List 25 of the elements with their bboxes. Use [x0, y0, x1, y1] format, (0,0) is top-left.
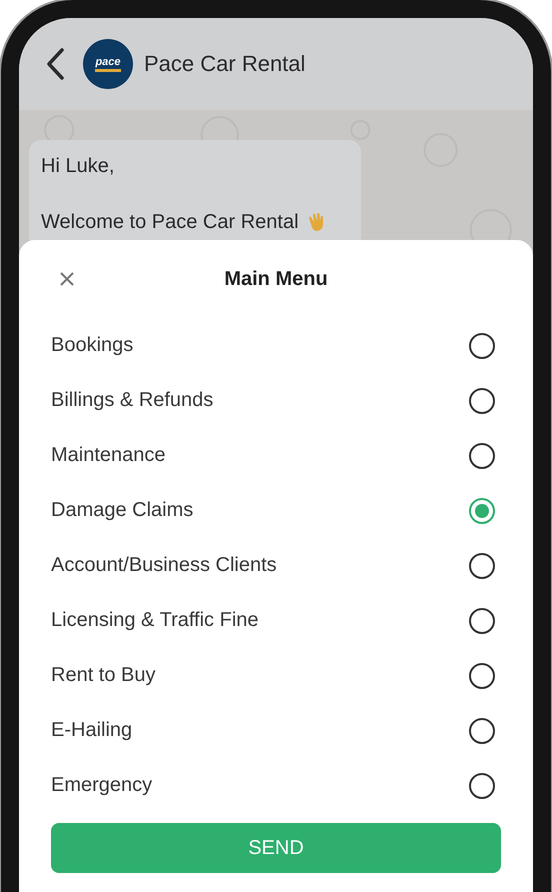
close-icon[interactable]	[59, 271, 75, 287]
message-text: Welcome to Pace Car Rental	[41, 210, 299, 234]
menu-option[interactable]: Rent to Buy	[51, 664, 156, 687]
radio-button[interactable]	[469, 332, 495, 358]
radio-button[interactable]	[469, 552, 495, 578]
radio-button[interactable]	[469, 498, 495, 524]
radio-button[interactable]	[469, 718, 495, 744]
menu-option[interactable]: Damage Claims	[51, 499, 194, 522]
menu-option[interactable]: Account/Business Clients	[51, 554, 277, 577]
company-logo: pace	[83, 39, 133, 89]
menu-option[interactable]: Maintenance	[51, 444, 166, 467]
menu-option[interactable]: Bookings	[51, 334, 134, 357]
back-icon[interactable]	[45, 47, 65, 81]
sheet-title: Main Menu	[224, 268, 328, 290]
menu-option[interactable]: Licensing & Traffic Fine	[51, 609, 259, 632]
radio-button[interactable]	[469, 662, 495, 688]
radio-button[interactable]	[469, 772, 495, 798]
radio-button[interactable]	[469, 388, 495, 414]
menu-option[interactable]: E-Hailing	[51, 719, 132, 742]
menu-option[interactable]: Billings & Refunds	[51, 389, 214, 412]
menu-option[interactable]: Emergency	[51, 774, 152, 797]
chat-title: Pace Car Rental	[144, 51, 306, 77]
radio-button[interactable]	[469, 442, 495, 468]
message-text: Hi Luke,	[41, 154, 114, 178]
radio-button[interactable]	[469, 608, 495, 634]
